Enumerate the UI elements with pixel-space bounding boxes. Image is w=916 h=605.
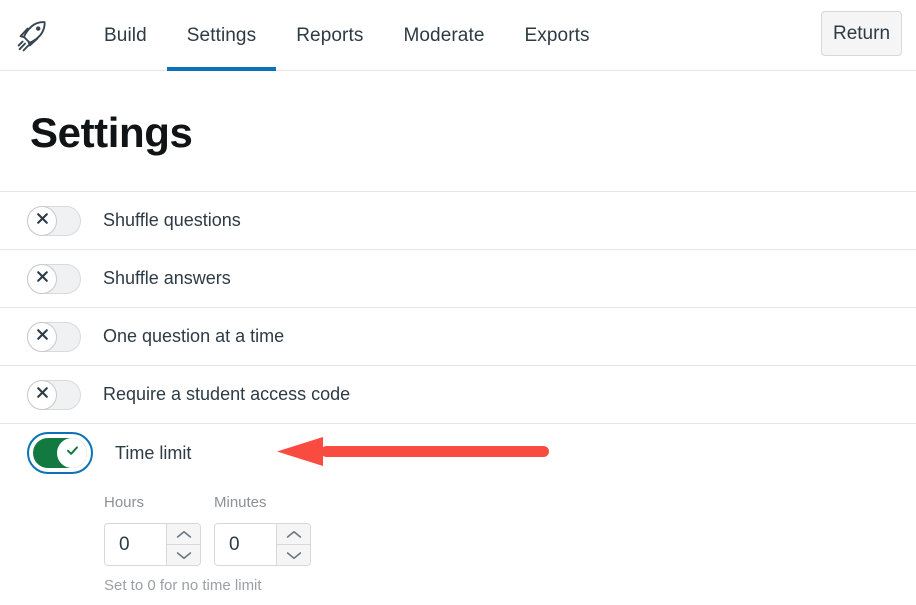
toggle-shuffle-answers[interactable] xyxy=(27,264,81,294)
toggle-time-limit[interactable] xyxy=(33,438,87,468)
toggle-wrap-require-access-code xyxy=(27,380,81,410)
hours-stepper-arrows xyxy=(166,524,200,565)
toggle-knob xyxy=(27,206,57,236)
setting-label-require-access-code: Require a student access code xyxy=(103,384,350,405)
tab-build-label: Build xyxy=(104,25,147,47)
app-logo[interactable] xyxy=(0,0,62,71)
minutes-label: Minutes xyxy=(214,494,267,511)
x-icon xyxy=(36,328,49,346)
toggle-knob xyxy=(27,264,57,294)
settings-page: Settings Shuffle questions xyxy=(0,71,916,594)
setting-row-time-limit: Time limit Hours Minutes 0 xyxy=(0,424,916,594)
tab-build[interactable]: Build xyxy=(84,0,167,71)
minutes-input[interactable]: 0 xyxy=(215,524,276,565)
time-field-labels: Hours Minutes xyxy=(104,494,916,511)
page-title: Settings xyxy=(0,71,916,157)
hours-input[interactable]: 0 xyxy=(105,524,166,565)
check-icon xyxy=(65,443,80,463)
time-steppers: 0 xyxy=(104,523,916,566)
tab-moderate[interactable]: Moderate xyxy=(383,0,504,71)
setting-label-one-question-at-a-time: One question at a time xyxy=(103,326,284,347)
minutes-increment-button[interactable] xyxy=(277,524,310,544)
setting-row-time-limit-head: Time limit xyxy=(0,424,916,482)
tab-exports[interactable]: Exports xyxy=(505,0,610,71)
rocket-icon xyxy=(15,17,53,55)
x-icon xyxy=(36,212,49,230)
setting-label-shuffle-questions: Shuffle questions xyxy=(103,210,241,231)
return-button-label: Return xyxy=(833,23,890,45)
toggle-require-access-code[interactable] xyxy=(27,380,81,410)
chevron-down-icon xyxy=(286,551,302,560)
tab-reports-label: Reports xyxy=(296,25,363,47)
chevron-down-icon xyxy=(176,551,192,560)
tab-exports-label: Exports xyxy=(525,25,590,47)
tab-settings[interactable]: Settings xyxy=(167,0,276,71)
top-navigation-bar: Build Settings Reports Moderate Exports … xyxy=(0,0,916,71)
tab-reports[interactable]: Reports xyxy=(276,0,383,71)
toggle-knob xyxy=(27,380,57,410)
minutes-stepper[interactable]: 0 xyxy=(214,523,311,566)
settings-list: Shuffle questions Shuffle answers xyxy=(0,191,916,594)
hours-label: Hours xyxy=(104,494,214,511)
toggle-shuffle-questions[interactable] xyxy=(27,206,81,236)
toggle-wrap-one-question-at-a-time xyxy=(27,322,81,352)
toggle-knob xyxy=(27,322,57,352)
chevron-up-icon xyxy=(176,530,192,539)
setting-row-shuffle-questions: Shuffle questions xyxy=(0,192,916,250)
toggle-wrap-shuffle-questions xyxy=(27,206,81,236)
nav-tab-list: Build Settings Reports Moderate Exports xyxy=(84,0,610,71)
toggle-wrap-shuffle-answers xyxy=(27,264,81,294)
setting-row-require-access-code: Require a student access code xyxy=(0,366,916,424)
x-icon xyxy=(36,386,49,404)
toggle-one-question-at-a-time[interactable] xyxy=(27,322,81,352)
x-icon xyxy=(36,270,49,288)
toggle-knob xyxy=(57,438,87,468)
time-limit-helper-text: Set to 0 for no time limit xyxy=(104,577,916,594)
hours-increment-button[interactable] xyxy=(167,524,200,544)
toggle-focus-ring xyxy=(27,432,93,474)
minutes-decrement-button[interactable] xyxy=(277,544,310,565)
setting-row-shuffle-answers: Shuffle answers xyxy=(0,250,916,308)
setting-label-shuffle-answers: Shuffle answers xyxy=(103,268,231,289)
return-button[interactable]: Return xyxy=(821,11,902,56)
setting-label-time-limit: Time limit xyxy=(115,443,191,464)
tab-settings-label: Settings xyxy=(187,25,256,47)
tab-moderate-label: Moderate xyxy=(403,25,484,47)
time-limit-panel: Hours Minutes 0 xyxy=(0,482,916,594)
setting-row-one-question-at-a-time: One question at a time xyxy=(0,308,916,366)
chevron-up-icon xyxy=(286,530,302,539)
hours-stepper[interactable]: 0 xyxy=(104,523,201,566)
hours-decrement-button[interactable] xyxy=(167,544,200,565)
minutes-stepper-arrows xyxy=(276,524,310,565)
